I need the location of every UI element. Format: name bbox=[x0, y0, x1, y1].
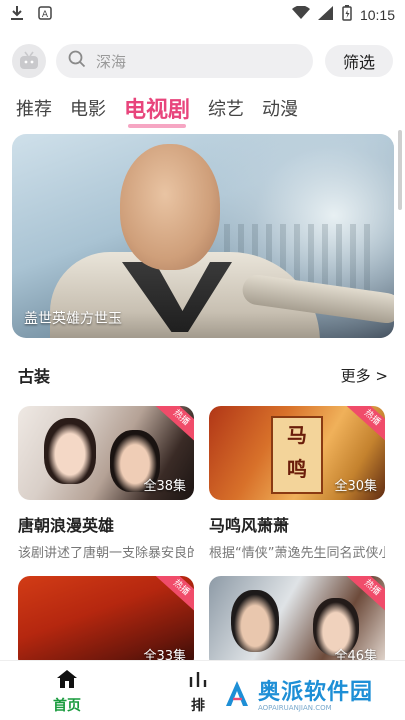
nav-rank-label: 排 bbox=[191, 698, 205, 714]
show-title[interactable]: 唐朝浪漫英雄 bbox=[18, 512, 194, 536]
search-input[interactable]: 深海 bbox=[56, 44, 313, 78]
scrollbar[interactable] bbox=[398, 130, 402, 210]
rank-icon bbox=[187, 669, 209, 693]
show-poster[interactable]: 热播 全33集 bbox=[18, 576, 194, 670]
more-link[interactable]: 更多 > bbox=[341, 365, 388, 386]
search-row: 深海 筛选 bbox=[12, 42, 395, 80]
status-bar: A 10:15 bbox=[0, 0, 405, 30]
poster-title-block: 马 鸣 bbox=[271, 416, 323, 494]
poster-title-char: 鸣 bbox=[287, 457, 307, 481]
tab-movie[interactable]: 电影 bbox=[70, 90, 106, 126]
show-poster[interactable]: 热播 全46集 bbox=[209, 576, 385, 670]
banner-caption: 盖世英雄方世玉 bbox=[24, 311, 122, 327]
banner-carousel[interactable]: 盖世英雄方世玉 bbox=[12, 134, 394, 338]
status-time: 10:15 bbox=[359, 7, 395, 23]
avatar[interactable] bbox=[12, 44, 46, 78]
tab-variety[interactable]: 综艺 bbox=[208, 90, 244, 126]
show-card[interactable]: 热播 全33集 bbox=[18, 576, 194, 670]
watermark: 奥派软件园 AOPAIRUANJIAN.COM bbox=[222, 674, 373, 712]
nav-home[interactable]: 首页 bbox=[27, 669, 107, 715]
download-icon bbox=[10, 5, 24, 25]
section-title: 古装 bbox=[18, 367, 51, 386]
show-poster[interactable]: 马 鸣 热播 全30集 bbox=[209, 406, 385, 500]
tab-tv-series[interactable]: 电视剧 bbox=[124, 90, 190, 128]
hot-badge: 热播 bbox=[152, 406, 194, 445]
svg-text:A: A bbox=[42, 10, 49, 20]
show-card[interactable]: 热播 全46集 bbox=[209, 576, 385, 670]
episode-count: 全30集 bbox=[334, 479, 377, 494]
show-card[interactable]: 马 鸣 热播 全30集 马鸣风萧萧 根据“情侠”萧逸先生同名武侠小说 bbox=[209, 406, 385, 561]
text-a-icon: A bbox=[38, 6, 52, 24]
category-tabs: 推荐 电影 电视剧 综艺 动漫 bbox=[16, 90, 316, 128]
search-icon bbox=[68, 50, 86, 72]
poster-figure bbox=[231, 590, 279, 652]
tab-anime[interactable]: 动漫 bbox=[262, 90, 298, 126]
battery-icon bbox=[342, 5, 352, 25]
section-header: 古装 更多 > bbox=[18, 362, 388, 388]
search-placeholder: 深海 bbox=[96, 52, 127, 71]
show-description: 该剧讲述了唐朝一支除暴安良的 bbox=[18, 546, 194, 561]
signal-icon bbox=[317, 6, 334, 24]
watermark-brand: 奥派软件园 bbox=[258, 680, 374, 705]
poster-figure bbox=[44, 418, 96, 484]
poster-title-char: 马 bbox=[287, 423, 307, 447]
show-title[interactable]: 马鸣风萧萧 bbox=[209, 512, 385, 536]
episode-count: 全38集 bbox=[143, 479, 186, 494]
banner-figure-head bbox=[120, 144, 220, 270]
hot-badge: 热播 bbox=[152, 576, 194, 615]
home-icon bbox=[56, 669, 78, 693]
tv-mascot-icon bbox=[20, 51, 38, 69]
show-card[interactable]: 热播 全38集 唐朝浪漫英雄 该剧讲述了唐朝一支除暴安良的 bbox=[18, 406, 194, 561]
tab-recommend[interactable]: 推荐 bbox=[16, 90, 52, 126]
show-poster[interactable]: 热播 全38集 bbox=[18, 406, 194, 500]
nav-home-label: 首页 bbox=[53, 698, 81, 714]
brand-logo-icon bbox=[226, 681, 248, 706]
filter-button[interactable]: 筛选 bbox=[325, 45, 393, 77]
hot-badge: 热播 bbox=[343, 406, 385, 445]
show-description: 根据“情侠”萧逸先生同名武侠小说 bbox=[209, 546, 385, 561]
wifi-icon bbox=[291, 5, 310, 24]
